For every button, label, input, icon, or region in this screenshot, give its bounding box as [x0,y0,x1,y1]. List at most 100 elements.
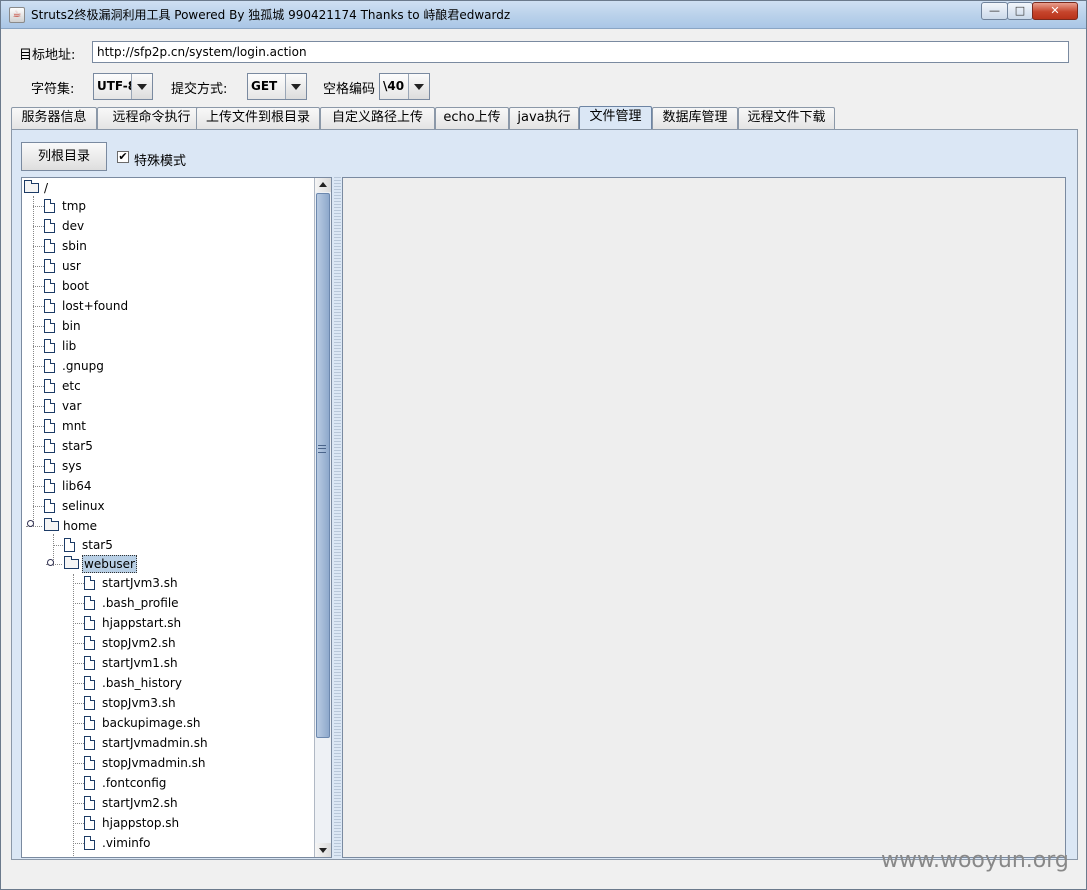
tree-guide-line [53,545,63,546]
tree-node-label: tmp [62,199,87,213]
tree-node-label: star5 [62,439,93,453]
close-button[interactable]: ✕ [1032,2,1078,20]
file-icon [44,319,55,333]
tree-guide-line [73,723,84,724]
tree-node-label: stopJvm3.sh [102,696,176,710]
file-icon [84,836,95,850]
target-url-input[interactable] [92,41,1069,63]
tree-node-label: .fontconfig [102,776,167,790]
tab-file-manager[interactable]: 文件管理 [579,106,652,130]
file-icon [64,538,75,552]
tree-node-label: .gnupg [62,359,104,373]
file-icon [84,596,95,610]
file-icon [84,696,95,710]
tree-node-label: startJvmadmin.sh [102,736,208,750]
space-encoding-select[interactable]: \40 [379,73,430,100]
tree-guide-line [33,286,44,287]
tree-node-label: startJvm2.sh [102,796,178,810]
app-window: ☕ Struts2终极漏洞利用工具 Powered By 独孤城 9904211… [0,0,1087,890]
tree-guide-line [33,346,44,347]
tree-guide-line [73,643,84,644]
tree-guide-line [33,426,44,427]
tree-guide-line [33,266,44,267]
tree-node-label: usr [62,259,81,273]
file-icon [44,459,55,473]
chevron-down-icon[interactable] [408,74,429,99]
tree-node-label: / [44,181,49,195]
file-tree[interactable]: / tmp dev sbin usr boot lost+found bin lib .gnup… [21,177,332,858]
tab-remote-download[interactable]: 远程文件下载 [738,107,835,129]
file-icon [84,816,95,830]
tree-guide-line [73,663,84,664]
tab-java-exec[interactable]: java执行 [509,107,579,129]
file-icon [84,796,95,810]
target-address-label: 目标地址: [19,48,76,63]
chevron-down-icon[interactable] [285,74,306,99]
scroll-up-arrow-icon[interactable] [315,178,331,192]
file-icon [44,239,55,253]
scroll-down-arrow-icon[interactable] [315,843,331,857]
tab-server-info[interactable]: 服务器信息 [11,107,97,129]
tree-node-label: sys [62,459,82,473]
file-icon [44,499,55,513]
charset-label: 字符集: [31,82,75,97]
file-icon [84,756,95,770]
special-mode-checkbox[interactable]: ✔ [117,151,129,163]
tree-node-label: bin [62,319,81,333]
window-title: Struts2终极漏洞利用工具 Powered By 独孤城 990421174… [31,8,511,22]
folder-open-icon [64,556,79,569]
space-encoding-label: 空格编码 [323,82,376,97]
list-root-button[interactable]: 列根目录 [21,142,107,171]
grip-icon [318,445,326,453]
expanded-toggle-icon[interactable] [27,520,34,527]
tab-echo-upload[interactable]: echo上传 [435,107,509,129]
tree-node-label: .bash_history [102,676,182,690]
file-icon [84,576,95,590]
file-icon [44,199,55,213]
file-icon [44,419,55,433]
tree-guide-line [33,466,44,467]
tree-guide-line [33,326,44,327]
file-icon [84,736,95,750]
file-icon [44,299,55,313]
scroll-thumb[interactable] [316,193,330,738]
tree-guide-line [33,206,44,207]
method-select[interactable]: GET [247,73,307,100]
maximize-button[interactable]: □ [1007,2,1033,20]
tree-guide-line [33,486,44,487]
title-bar[interactable]: ☕ Struts2终极漏洞利用工具 Powered By 独孤城 9904211… [1,1,1086,29]
tab-upload-root[interactable]: 上传文件到根目录 [196,107,320,129]
tree-node-label: .bash_profile [102,596,179,610]
tree-guide-line [73,843,84,844]
file-content-pane[interactable] [342,177,1066,858]
expanded-toggle-icon[interactable] [47,559,54,566]
file-icon [84,656,95,670]
java-app-icon: ☕ [9,7,25,23]
tree-guide-line [33,406,44,407]
tree-node-label: var [62,399,82,413]
chevron-down-icon[interactable] [131,74,152,99]
tab-remote-command[interactable]: 远程命令执行 [97,107,206,129]
tree-node-label: lib [62,339,77,353]
minimize-button[interactable]: — [981,2,1008,20]
charset-select[interactable]: UTF-8 [93,73,153,100]
tab-database-manager[interactable]: 数据库管理 [652,107,738,129]
file-icon [44,479,55,493]
tree-guide-line [33,386,44,387]
tree-node-label: stopJvm2.sh [102,636,176,650]
tree-guide-line [73,703,84,704]
split-pane-divider[interactable] [334,177,341,858]
tree-node-label: dev [62,219,85,233]
tree-node-label: backupimage.sh [102,716,201,730]
tree-guide-line [73,583,84,584]
tree-scrollbar[interactable] [314,178,331,857]
tree-guide-line [33,306,44,307]
file-icon [44,339,55,353]
tree-guide-line [33,226,44,227]
tree-node-label: startJvm1.sh [102,656,178,670]
tree-guide-line [73,783,84,784]
tree-guide-line [33,446,44,447]
tab-custom-path-upload[interactable]: 自定义路径上传 [320,107,435,129]
file-icon [44,379,55,393]
folder-open-icon [44,518,59,531]
